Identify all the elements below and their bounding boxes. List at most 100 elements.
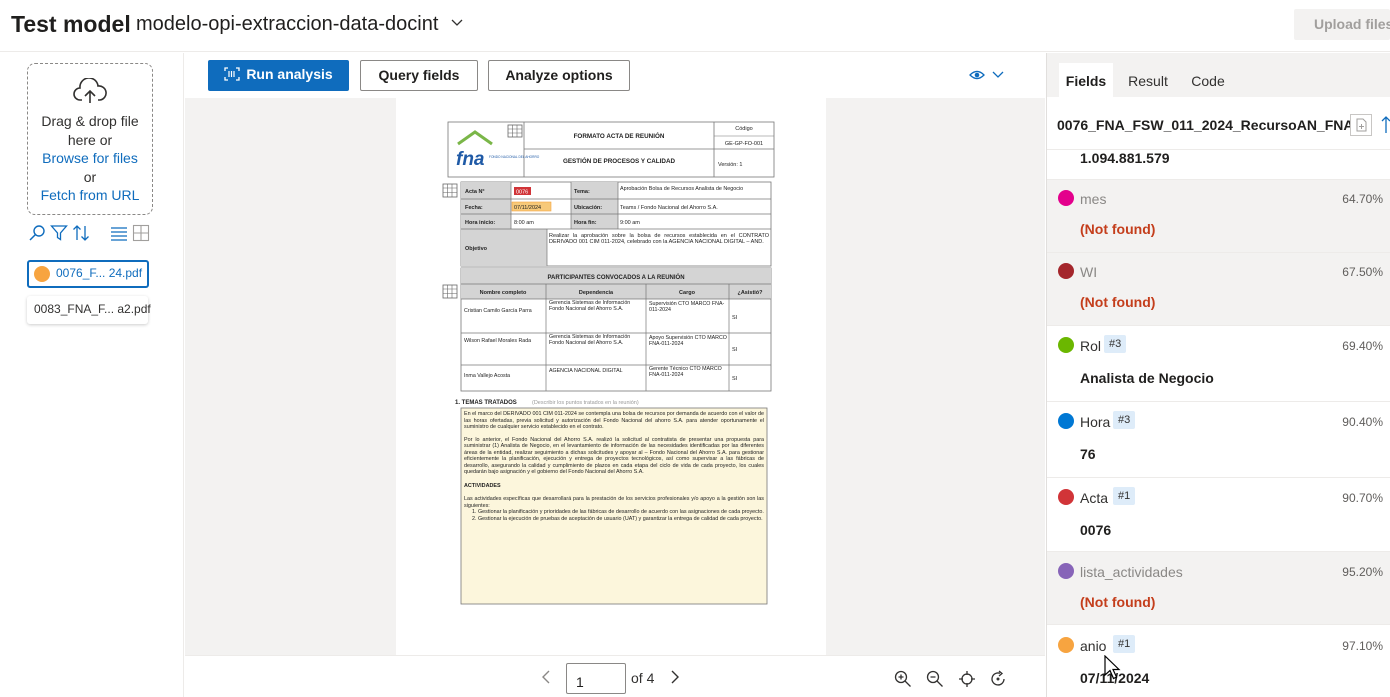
tab-code[interactable]: Code — [1181, 63, 1235, 97]
document-canvas[interactable]: FORMATO ACTA DE REUNIÓN GESTIÓN DE PROCE… — [185, 98, 1045, 655]
doc-col-nombre: Nombre completo — [480, 290, 527, 296]
field-name: Acta — [1080, 490, 1109, 506]
field-confidence: 90.40% — [1342, 415, 1383, 429]
run-analysis-button[interactable]: Run analysis — [208, 60, 349, 91]
chevron-right-icon[interactable] — [669, 670, 681, 684]
field-row[interactable]: mes 64.70% (Not found) — [1047, 180, 1390, 253]
doc-participante-dependencia: Gerencia Sistemas de Información Fondo N… — [549, 300, 631, 313]
field-row[interactable]: lista_actividades 95.20% (Not found) — [1047, 552, 1390, 625]
field-value: 76 — [1080, 446, 1096, 462]
field-index-badge: #3 — [1113, 411, 1136, 429]
document-page: FORMATO ACTA DE REUNIÓN GESTIÓN DE PROCE… — [396, 98, 826, 655]
zoom-out-icon[interactable] — [926, 670, 944, 688]
field-index-badge: #1 — [1113, 635, 1136, 653]
doc-actividad-1: 1. Gestionar la planificación y priorida… — [472, 509, 764, 515]
model-name[interactable]: modelo-opi-extraccion-data-docint — [136, 13, 438, 36]
upload-files-button[interactable]: Upload files — [1294, 9, 1390, 40]
add-document-icon[interactable] — [1350, 114, 1372, 136]
field-index-badge: #1 — [1113, 487, 1136, 505]
field-name: Rol — [1080, 338, 1102, 354]
doc-hora-inicio: 8:00 am — [514, 220, 534, 226]
filter-icon[interactable] — [50, 224, 68, 242]
fit-page-icon[interactable] — [958, 670, 976, 688]
rotate-icon[interactable] — [989, 670, 1007, 688]
doc-header-title: FORMATO ACTA DE REUNIÓN — [574, 131, 665, 140]
field-row[interactable]: WI 67.50% (Not found) — [1047, 253, 1390, 326]
doc-version: Versión: 1 — [718, 162, 742, 168]
field-confidence: 64.70% — [1342, 192, 1383, 206]
page-number-input[interactable] — [566, 663, 626, 694]
doc-participante-nombre: Wilson Rafael Morales Rada — [464, 338, 532, 344]
field-row[interactable]: Hora #3 90.40% 76 — [1047, 402, 1390, 478]
doc-participante-nombre: Cristian Camilo García Parra — [464, 308, 532, 314]
query-fields-button[interactable]: Query fields — [360, 60, 478, 91]
sort-icon[interactable] — [72, 224, 90, 242]
table-icon — [442, 284, 458, 299]
search-icon[interactable] — [28, 224, 46, 242]
doc-logo: fna — [456, 149, 485, 170]
drop-text-2: here or — [67, 131, 113, 148]
page-title: Test model — [11, 11, 131, 37]
chevron-down-icon[interactable] — [449, 14, 465, 30]
doc-actividad-2: 2. Gestionar la ejecución de pruebas de … — [472, 515, 763, 522]
sort-icon[interactable] — [1381, 115, 1390, 135]
field-row[interactable]: Rol #3 69.40% Analista de Negocio — [1047, 326, 1390, 402]
doc-temas-title: 1. TEMAS TRATADOS — [455, 400, 517, 406]
eye-icon[interactable] — [968, 67, 1008, 83]
field-row[interactable]: anio #1 97.10% 07/11/2024 — [1047, 625, 1390, 697]
field-value: (Not found) — [1080, 594, 1156, 610]
field-value: 1.094.881.579 — [1080, 150, 1170, 166]
file-name: 0083_FNA_F... a2.pdf — [34, 302, 151, 316]
status-dot — [34, 266, 50, 282]
field-confidence: 95.20% — [1342, 565, 1383, 579]
chevron-left-icon[interactable] — [540, 670, 552, 684]
doc-participante-dependencia: AGENCIA NACIONAL DIGITAL — [549, 368, 623, 374]
doc-hora-inicio-label: Hora inicio: — [465, 220, 495, 226]
field-color-dot — [1058, 263, 1074, 279]
doc-participante-asistio: SI — [732, 347, 738, 353]
doc-tema-value: Aprobación Bolsa de Recursos Analista de… — [620, 186, 743, 192]
field-confidence: 90.70% — [1342, 491, 1383, 505]
file-name: 0076_F... 24.pdf — [56, 266, 143, 281]
list-view-icon[interactable] — [110, 224, 128, 242]
file-item[interactable]: 0083_FNA_F... a2.pdf — [27, 296, 151, 324]
doc-ubicacion-value: Teams / Fondo Nacional del Ahorro S.A. — [620, 205, 718, 211]
field-color-dot — [1058, 563, 1074, 579]
tab-result[interactable]: Result — [1117, 63, 1179, 97]
grid-view-icon[interactable] — [132, 224, 150, 242]
browse-files-link[interactable]: Browse for files — [28, 149, 152, 168]
field-value: (Not found) — [1080, 294, 1156, 310]
doc-objetivo: Realizar la aprobación sobre la bolsa de… — [549, 233, 769, 246]
field-color-dot — [1058, 190, 1074, 206]
fields-list[interactable]: 1.094.881.579 mes 64.70% (Not found) WI … — [1047, 149, 1390, 697]
field-confidence: 69.40% — [1342, 339, 1383, 353]
doc-paragraph-2: Por lo anterior, el Fondo Nacional del A… — [464, 436, 764, 476]
doc-tema-label: Tema: — [574, 189, 590, 195]
doc-participante-cargo: Supervisión CTO MARCO FNA-011-2024 — [649, 301, 725, 314]
document-image: FORMATO ACTA DE REUNIÓN GESTIÓN DE PROCE… — [442, 121, 775, 605]
doc-hora-fin: 9:00 am — [620, 220, 640, 226]
field-color-dot — [1058, 337, 1074, 353]
scan-icon — [224, 67, 240, 81]
field-confidence: 67.50% — [1342, 265, 1383, 279]
field-name: anio — [1080, 638, 1107, 654]
file-item-selected[interactable]: 0076_F... 24.pdf — [27, 260, 149, 288]
field-row[interactable]: Acta #1 90.70% 0076 — [1047, 478, 1390, 552]
zoom-in-icon[interactable] — [894, 670, 912, 688]
field-index-badge: #3 — [1104, 335, 1127, 353]
tab-fields[interactable]: Fields — [1059, 63, 1113, 97]
viewer-toolbar: Run analysis Query fields Analyze option… — [185, 53, 1045, 98]
doc-fecha-value: 07/11/2024 — [514, 205, 541, 211]
tab-bar: Fields Result Code — [1047, 53, 1390, 97]
field-row[interactable]: 1.094.881.579 — [1047, 150, 1390, 180]
fetch-url-link[interactable]: Fetch from URL — [28, 186, 152, 205]
doc-participante-dependencia: Gerencia Sistemas de Información Fondo N… — [549, 334, 631, 347]
analyze-options-button[interactable]: Analyze options — [488, 60, 630, 91]
doc-hora-fin-label: Hora fin: — [574, 220, 597, 226]
drop-zone[interactable]: Drag & drop file here or Browse for file… — [27, 63, 153, 215]
doc-col-dependencia: Dependencia — [579, 290, 614, 296]
doc-codigo-label: Código — [735, 126, 752, 132]
doc-objetivo-label: Objetivo — [465, 246, 488, 252]
field-color-dot — [1058, 637, 1074, 653]
doc-temas-hint: (Describir los puntos tratados en la reu… — [532, 400, 639, 406]
